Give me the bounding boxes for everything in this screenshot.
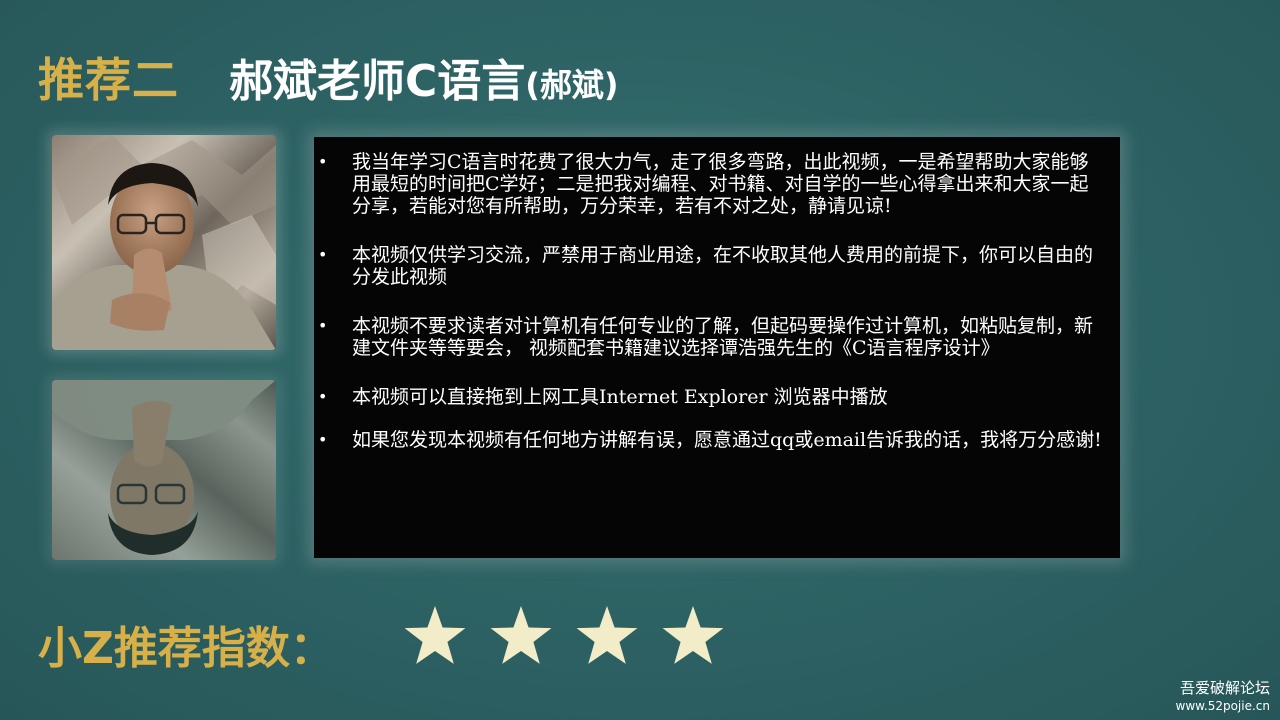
bullet-item: • 如果您发现本视频有任何地方讲解有误，愿意通过qq或email告诉我的话，我将万… (314, 429, 1106, 451)
slide: 推荐二 郝斌老师C语言 (郝斌) • 我当年学习C语言时花费了很大力气，走了很多… (0, 0, 1280, 720)
bullet-text: 本视频可以直接拖到上网工具Internet Explorer 浏览器中播放 (352, 386, 888, 408)
star-icon (489, 604, 553, 668)
bullet-text: 本视频仅供学习交流，严禁用于商业用途，在不收取其他人费用的前提下，你可以自由的分… (352, 244, 1094, 288)
rating-label: 小Z推荐指数： (38, 623, 334, 674)
watermark-url: www.52pojie.cn (1175, 699, 1270, 713)
bullet-glyph: • (318, 152, 328, 171)
bullet-item: • 我当年学习C语言时花费了很大力气，走了很多弯路，出此视频，一是希望帮助大家能够… (314, 151, 1106, 217)
bullet-text: 如果您发现本视频有任何地方讲解有误，愿意通过qq或email告诉我的话，我将万分… (352, 429, 1102, 451)
title-row: 推荐二 郝斌老师C语言 (郝斌) (38, 44, 619, 107)
description-panel: • 我当年学习C语言时花费了很大力气，走了很多弯路，出此视频，一是希望帮助大家能够… (314, 137, 1120, 558)
portrait-photo (52, 135, 276, 350)
watermark-forum-name: 吾爱破解论坛 (1179, 679, 1270, 697)
rating-stars (403, 604, 725, 668)
page-subtitle: (郝斌) (525, 66, 619, 104)
star-icon (403, 604, 467, 668)
bullet-glyph: • (318, 316, 328, 335)
bullet-glyph: • (318, 245, 328, 264)
bullet-item: • 本视频可以直接拖到上网工具Internet Explorer 浏览器中播放 (314, 386, 1106, 408)
bullet-list: • 我当年学习C语言时花费了很大力气，走了很多弯路，出此视频，一是希望帮助大家能够… (314, 137, 1120, 451)
watermark: 吾爱破解论坛 www.52pojie.cn (1176, 678, 1270, 714)
page-title: 郝斌老师C语言 (229, 56, 526, 107)
bullet-item: • 本视频不要求读者对计算机有任何专业的了解，但起码要操作过计算机，如粘贴复制，新… (314, 315, 1106, 359)
star-icon (661, 604, 725, 668)
star-icon (575, 604, 639, 668)
bullet-glyph: • (318, 430, 328, 449)
bullet-glyph: • (318, 387, 328, 406)
recommendation-tag: 推荐二 (38, 53, 179, 107)
bullet-text: 本视频不要求读者对计算机有任何专业的了解，但起码要操作过计算机，如粘贴复制，新建… (352, 315, 1094, 359)
bullet-text: 我当年学习C语言时花费了很大力气，走了很多弯路，出此视频，一是希望帮助大家能够用… (352, 151, 1089, 217)
bullet-item: • 本视频仅供学习交流，严禁用于商业用途，在不收取其他人费用的前提下，你可以自由的… (314, 244, 1106, 288)
portrait-reflection (52, 380, 276, 560)
